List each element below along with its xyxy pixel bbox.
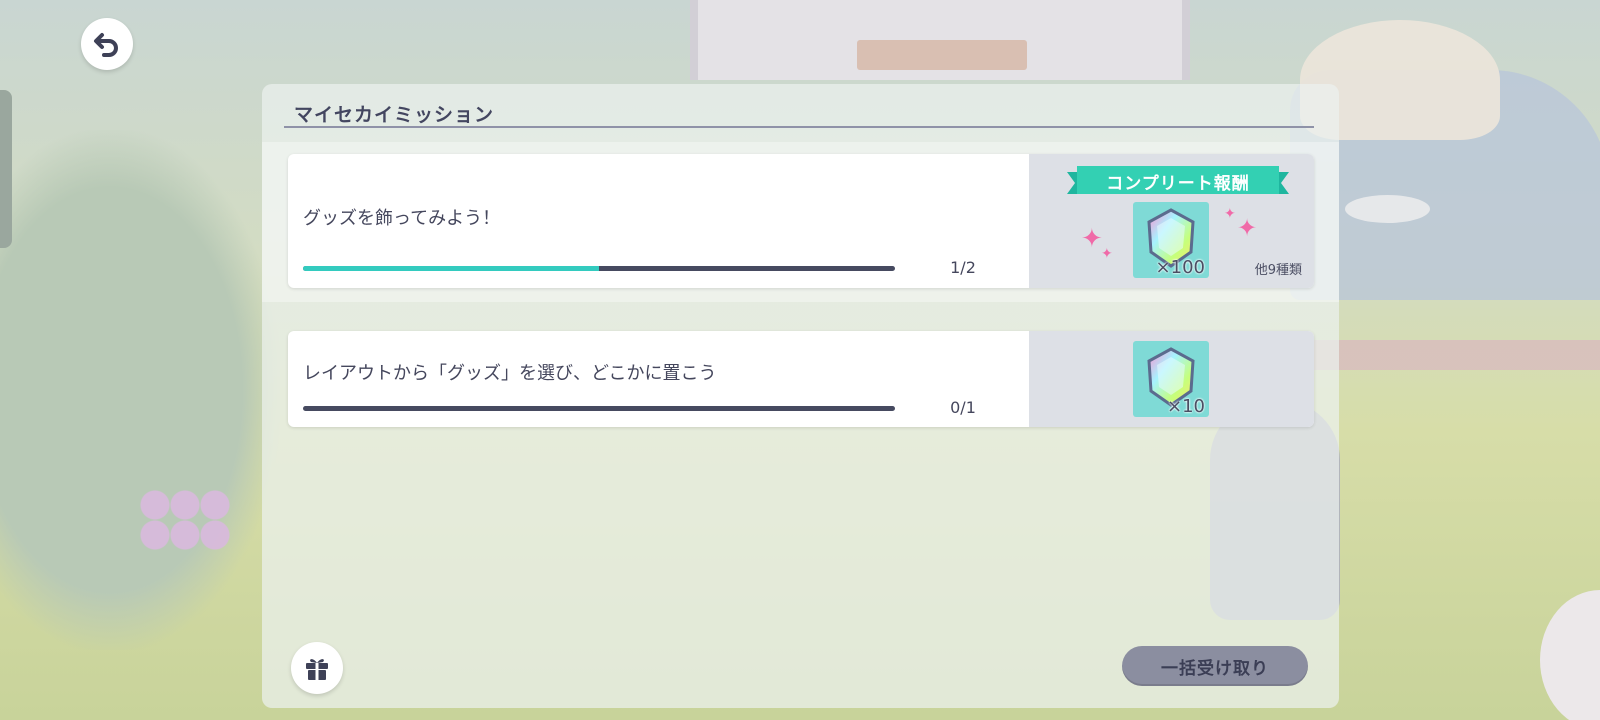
- background-table: [1345, 195, 1430, 223]
- gift-button[interactable]: [291, 642, 343, 694]
- complete-reward-banner: コンプリート報酬: [1067, 164, 1289, 202]
- back-button[interactable]: [81, 18, 133, 70]
- reward-area[interactable]: コンプリート報酬 ✦ ✦ ✦ ✦ ×100 他9種類: [1029, 154, 1314, 288]
- panel-header: マイセカイミッション: [284, 100, 1314, 128]
- other-rewards-label: 他9種類: [1254, 263, 1302, 278]
- background-flowers: [140, 490, 230, 550]
- mission-panel: マイセカイミッション グッズを飾ってみよう！ 1/2 コンプリート報酬 ✦ ✦ …: [262, 84, 1339, 708]
- sparkle-icon: ✦: [1101, 246, 1113, 262]
- mission-card[interactable]: グッズを飾ってみよう！ 1/2 コンプリート報酬 ✦ ✦ ✦ ✦ ×100 他9…: [288, 154, 1314, 288]
- progress-count: 1/2: [950, 258, 976, 277]
- reward-area[interactable]: ×10: [1029, 331, 1314, 427]
- gift-icon: [306, 659, 328, 680]
- claim-all-button[interactable]: 一括受け取り: [1122, 646, 1308, 686]
- panel-title: マイセカイミッション: [294, 104, 495, 126]
- reward-item[interactable]: ×10: [1133, 341, 1209, 417]
- progress-bar: [303, 266, 895, 271]
- background-path: [1300, 340, 1600, 370]
- sparkle-icon: ✦: [1081, 224, 1103, 254]
- complete-reward-label: コンプリート報酬: [1106, 174, 1250, 194]
- claim-all-label: 一括受け取り: [1161, 658, 1269, 679]
- background-planter: [857, 40, 1027, 70]
- progress-bar: [303, 406, 895, 411]
- back-arrow-icon: [94, 33, 118, 57]
- background-character-2: [1540, 590, 1600, 720]
- mission-text: レイアウトから「グッズ」を選び、どこかに置こう: [303, 363, 717, 384]
- sparkle-icon: ✦: [1224, 206, 1236, 222]
- sparkle-icon: ✦: [1237, 214, 1258, 242]
- side-edge-tab: [0, 90, 12, 248]
- reward-quantity: ×10: [1167, 396, 1205, 417]
- progress-fill: [303, 266, 599, 271]
- reward-quantity: ×100: [1155, 257, 1205, 278]
- reward-item[interactable]: ×100: [1133, 202, 1209, 278]
- mission-text: グッズを飾ってみよう！: [303, 208, 501, 229]
- progress-count: 0/1: [950, 398, 976, 417]
- mission-card[interactable]: レイアウトから「グッズ」を選び、どこかに置こう 0/1 ×10: [288, 331, 1314, 427]
- background-bush: [0, 130, 280, 650]
